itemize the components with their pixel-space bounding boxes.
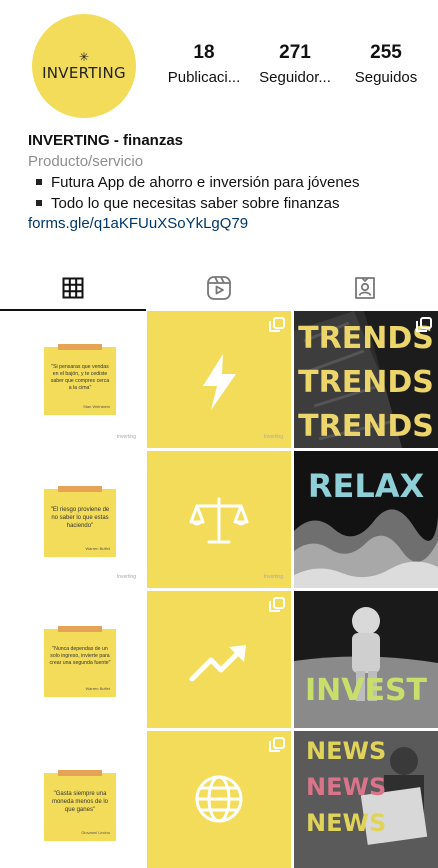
profile-tabs [0,265,438,311]
bulb-icon: ✳ [78,49,90,64]
tape-decoration [58,486,102,492]
post-quote[interactable]: "Nunca dependas de un solo ingreso, invi… [0,591,144,728]
stat-posts-count: 18 [193,42,215,63]
stat-following-count: 255 [370,42,402,63]
trends-word: TRENDS [298,365,434,400]
sticky-note: "Nunca dependas de un solo ingreso, invi… [44,626,116,697]
profile-stats: 18 Publicaci... 271 Seguidor... 255 Segu… [160,42,430,86]
quote-author: Warren Buffet [85,546,110,551]
tab-tagged[interactable] [292,265,438,311]
quote-author: Stan Weinstein [83,404,110,409]
quote-text: "Nunca dependas de un solo ingreso, invi… [49,646,111,666]
tagged-icon [355,277,375,299]
brand-watermark: Inverting [116,434,136,440]
sticky-note: "Si pensaras que vendas en el bajón, y t… [44,344,116,415]
globe-icon [195,775,243,823]
reels-icon [207,276,231,300]
stat-followers-label: Seguidor... [259,69,331,86]
trending-up-icon [189,645,246,682]
post-growth[interactable] [147,591,291,728]
lightning-icon [203,354,236,410]
carousel-icon [269,317,285,332]
relax-word: RELAX [307,467,425,505]
stat-followers-count: 271 [279,42,311,63]
carousel-icon [416,317,432,332]
profile-link[interactable]: forms.gle/q1aKFUuXSoYkLgQ79 [28,215,428,232]
news-word: NEWS [306,737,387,765]
posts-grid: "Si pensaras que vendas en el bajón, y t… [0,311,438,868]
stat-following[interactable]: 255 Seguidos [342,42,430,86]
avatar-logo-text: INVERTING [42,63,126,82]
stat-following-label: Seguidos [354,69,418,86]
bio-line: Futura App de ahorro e inversión para jó… [28,174,428,191]
bio-line-text: Todo lo que necesitas saber sobre finanz… [51,195,340,212]
quote-text: "Si pensaras que vendas en el bajón, y t… [50,364,110,391]
quote-text: "Gasta siempre una moneda menos de lo qu… [51,791,109,813]
post-quote[interactable]: "Gasta siempre una moneda menos de lo qu… [0,731,144,868]
tape-decoration [58,626,102,632]
tape-decoration [58,770,102,776]
bio-line: Todo lo que necesitas saber sobre finanz… [28,195,428,212]
grid-icon [62,277,84,299]
brand-watermark: Inverting [263,574,283,580]
sticky-note: "El riesgo proviene de no saber lo que e… [44,486,116,557]
post-lightning[interactable]: Inverting [147,311,291,448]
brand-watermark: Inverting [116,574,136,580]
news-word: NEWS [306,809,387,837]
sticky-note: "Gasta siempre una moneda menos de lo qu… [44,770,116,841]
post-trends[interactable]: TRENDS TRENDS TRENDS [294,311,438,448]
post-invest[interactable]: INVEST [294,591,438,728]
post-quote[interactable]: "Si pensaras que vendas en el bajón, y t… [0,311,144,448]
scales-icon [189,497,249,544]
quote-author: Warren Buffet [85,686,110,691]
profile-bio: INVERTING - finanzas Producto/servicio F… [28,132,428,232]
quote-author: Giovanni Lecino [81,830,110,835]
carousel-icon [269,597,285,612]
avatar[interactable]: ✳ INVERTING [32,14,136,118]
stat-posts[interactable]: 18 Publicaci... [160,42,248,86]
bullet-icon [36,200,42,207]
profile-name: INVERTING - finanzas [28,132,184,149]
tape-decoration [58,344,102,350]
stat-followers[interactable]: 271 Seguidor... [251,42,339,86]
tab-reels[interactable] [146,265,292,311]
stat-posts-label: Publicaci... [167,69,241,86]
carousel-icon [269,737,285,752]
post-quote[interactable]: "El riesgo proviene de no saber lo que e… [0,451,144,588]
news-word: NEWS [306,773,387,801]
brand-watermark: Inverting [263,434,283,440]
tab-grid[interactable] [0,265,146,311]
post-news[interactable]: NEWS NEWS NEWS [294,731,438,868]
trends-word: TRENDS [298,409,434,444]
bio-line-text: Futura App de ahorro e inversión para jó… [51,174,360,191]
invest-word: INVEST [304,673,428,708]
bullet-icon [36,179,42,186]
profile-header: ✳ INVERTING 18 Publicaci... 271 Seguidor… [0,0,438,130]
post-relax[interactable]: RELAX [294,451,438,588]
post-globe[interactable] [147,731,291,868]
profile-category: Producto/servicio [28,153,144,170]
post-scales[interactable]: Inverting [147,451,291,588]
quote-text: "El riesgo proviene de no saber lo que e… [50,507,110,529]
